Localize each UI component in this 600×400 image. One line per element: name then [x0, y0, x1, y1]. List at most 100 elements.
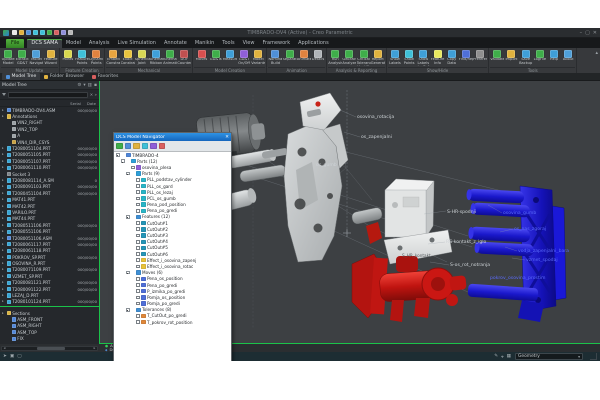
tree-settings-icon[interactable]: ⚙ [77, 83, 81, 88]
part-label[interactable]: vodja_zapenjalni_bara [518, 248, 569, 254]
embed-constraints-button[interactable]: Embed Constraints [106, 49, 120, 67]
checkbox[interactable] [136, 289, 140, 293]
part-label[interactable]: vzmet_spodaj [526, 257, 558, 263]
bracket-plate-part[interactable] [284, 122, 348, 262]
tab-manikin[interactable]: Manikin [191, 39, 218, 48]
new-file-icon[interactable] [12, 30, 17, 35]
checkbox[interactable] [131, 166, 135, 170]
file-menu-button[interactable]: File [6, 39, 24, 48]
exact-constraint-button[interactable]: Exact Constraint [121, 49, 135, 67]
dcs-model-navigator-panel[interactable]: DCS Model Navigator ✕ TIMBRADO-4Parts (1… [113, 132, 232, 361]
tree-filter-input[interactable] [8, 92, 89, 98]
measures-button[interactable]: Measures [223, 49, 237, 67]
scrollbar-thumb[interactable] [37, 347, 65, 350]
spherical-joint-button[interactable]: Spherical Joint [135, 49, 149, 67]
close-window-icon[interactable] [54, 30, 59, 35]
tab-view[interactable]: View [239, 39, 259, 48]
scroll-right-icon[interactable]: ▸ [92, 346, 97, 350]
blue-frame-assembly[interactable] [466, 186, 566, 322]
filter-clear-icon[interactable]: ✕ [90, 92, 93, 97]
import-button[interactable]: Import [504, 49, 518, 67]
critical-tolerance-identifier-button[interactable]: Critical Tolerance Identifier [357, 49, 371, 67]
find-target-icon[interactable]: ⌖ [501, 354, 504, 360]
clipboard-icon[interactable]: ▣ [10, 354, 14, 359]
tab-analysis[interactable]: Analysis [85, 39, 114, 48]
kinematic-ribbon-button[interactable]: Kinematic Ribbon [149, 49, 163, 67]
navigator-title-bar[interactable]: DCS Model Navigator ✕ [114, 133, 231, 141]
tree-pin-icon[interactable]: ▪ [94, 83, 97, 88]
gd-t-on-off-button[interactable]: GD&T On/Off [237, 49, 251, 67]
show-labels-button[interactable]: Show Labels [388, 49, 402, 67]
checkbox[interactable] [136, 258, 140, 262]
navigator-close-icon[interactable]: ✕ [225, 135, 229, 140]
feature-info-button[interactable]: Feature Info [430, 49, 444, 67]
separate-button[interactable]: Separate [283, 49, 297, 67]
animate-button[interactable]: Animate [297, 49, 311, 67]
part-label[interactable]: RS-kontakt_z_iglo [446, 239, 487, 245]
tree-node[interactable]: ▸T2080101124.PRT000/00/00 [0, 299, 99, 305]
filter-expand-icon[interactable]: » [95, 92, 97, 97]
minimize-button[interactable]: – [580, 30, 583, 36]
kinematic-animation-button[interactable]: Kinematic Animation [163, 49, 177, 67]
checkbox[interactable] [136, 190, 140, 194]
checkbox[interactable] [136, 296, 140, 300]
color-display-icon[interactable] [133, 143, 140, 150]
tree-node[interactable]: FIX [0, 336, 99, 342]
labels-toggle-icon[interactable] [142, 143, 149, 150]
validate-button[interactable]: Validate [490, 49, 504, 67]
stop-icon[interactable]: ▢ [17, 354, 21, 359]
checkbox[interactable] [136, 221, 140, 225]
logfile-button[interactable]: LogFile [533, 49, 547, 67]
save-icon[interactable] [26, 30, 31, 35]
resize-grip[interactable] [590, 353, 597, 360]
checkbox[interactable] [136, 283, 140, 287]
part-label[interactable]: os_nas_zgoraj [514, 226, 546, 232]
checkbox[interactable] [136, 203, 140, 207]
close-button[interactable]: ✕ [593, 30, 597, 36]
maximize-button[interactable]: ▢ [585, 30, 590, 36]
feature-points-button[interactable]: Feature Points [75, 49, 89, 67]
tab-annotate[interactable]: Annotate [160, 39, 191, 48]
run-analysis-button[interactable]: Run Analysis [328, 49, 342, 67]
save-backup-button[interactable]: Save Backup [519, 49, 533, 67]
windows-icon[interactable] [61, 30, 66, 35]
update-model-button[interactable]: Update Model [1, 49, 15, 67]
show-hide-parts-icon[interactable] [125, 143, 132, 150]
model-variants-button[interactable]: Model Variants [251, 49, 265, 67]
selection-filter-dropdown[interactable]: Geometry ▾ [515, 353, 583, 360]
checkbox[interactable] [136, 234, 140, 238]
tab-applications[interactable]: Applications [294, 39, 333, 48]
checkbox[interactable] [136, 277, 140, 281]
navigator-node[interactable]: T_pokrov_rot_position [114, 319, 231, 325]
checkbox[interactable] [136, 252, 140, 256]
column-header-date[interactable]: Date [87, 101, 96, 106]
tab-live-simulation[interactable]: Live Simulation [114, 39, 160, 48]
column-header-serial[interactable]: Serial [70, 101, 81, 106]
grid-icon[interactable]: ▦ [507, 354, 511, 360]
undo-icon[interactable] [33, 30, 38, 35]
dynamic-points-button[interactable]: Dynamic Points [89, 49, 103, 67]
checkbox[interactable] [136, 246, 140, 250]
regenerate-icon[interactable] [47, 30, 52, 35]
scroll-left-icon[interactable]: ◂ [2, 346, 7, 350]
part-label[interactable]: pokrov_osovina_prostim [490, 275, 546, 281]
checkbox[interactable] [136, 302, 140, 306]
copy-data-button[interactable]: Copy Data [445, 49, 459, 67]
part-label[interactable]: osovina_rotacija [357, 114, 394, 120]
tab-model[interactable]: Model [62, 39, 85, 48]
checkbox[interactable] [136, 227, 140, 231]
checkbox[interactable] [136, 197, 140, 201]
checkbox[interactable] [136, 209, 140, 213]
find-replace-button[interactable]: Find/Replace [459, 49, 473, 67]
part-label[interactable]: S-HR-spodnji [447, 209, 476, 215]
part-label[interactable]: osovina_gumb [503, 210, 536, 216]
nav-tab-model-tree[interactable]: Model Tree [2, 73, 40, 80]
part-label[interactable]: S_HR_kontakt [402, 253, 431, 258]
tab-tools[interactable]: Tools [218, 39, 238, 48]
checkbox[interactable] [136, 265, 140, 269]
details-button[interactable]: Details [311, 49, 325, 67]
part-label[interactable]: S-os_rot_notranja [450, 262, 490, 268]
tree-horizontal-scrollbar[interactable]: ◂ ▸ [1, 346, 98, 351]
expand-tree-icon[interactable] [150, 143, 157, 150]
extract-gd-t-button[interactable]: Extract GD&T [15, 49, 29, 67]
